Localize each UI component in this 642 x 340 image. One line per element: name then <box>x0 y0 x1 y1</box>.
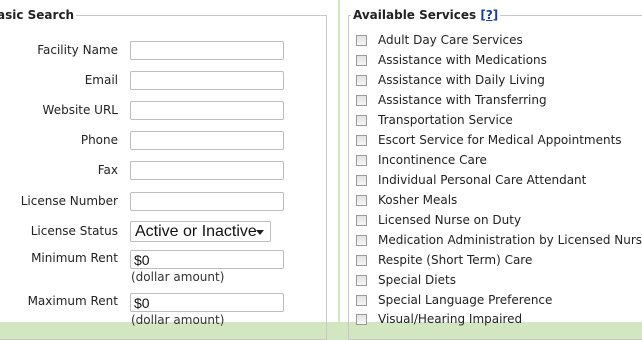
license-number-label: License Number <box>20 194 118 208</box>
maximum-rent-hint: (dollar amount) <box>131 313 225 327</box>
service-checkbox[interactable] <box>356 235 367 246</box>
service-checkbox[interactable] <box>356 155 367 166</box>
facility-name-label: Facility Name <box>37 43 118 57</box>
service-label: Escort Service for Medical Appointments <box>378 133 622 147</box>
facility-name-input[interactable] <box>130 41 284 60</box>
service-checkbox[interactable] <box>356 314 367 325</box>
service-checkbox[interactable] <box>356 35 367 46</box>
service-label: Individual Personal Care Attendant <box>378 173 587 187</box>
service-checkbox[interactable] <box>356 175 367 186</box>
service-label: Licensed Nurse on Duty <box>378 213 522 227</box>
available-services-panel: Available Services [?] Adult Day Care Se… <box>340 0 642 340</box>
license-number-input[interactable] <box>130 192 284 211</box>
license-status-label: License Status <box>30 224 118 238</box>
service-label: Assistance with Daily Living <box>378 73 545 87</box>
website-url-label: Website URL <box>42 103 118 117</box>
services-help-link[interactable]: [?] <box>480 8 498 22</box>
service-label: Respite (Short Term) Care <box>378 253 533 267</box>
fax-input[interactable] <box>130 161 284 180</box>
phone-input[interactable] <box>130 131 284 150</box>
minimum-rent-input[interactable]: $0 <box>130 250 284 269</box>
service-checkbox[interactable] <box>356 195 367 206</box>
maximum-rent-label: Maximum Rent <box>27 294 118 308</box>
service-checkbox[interactable] <box>356 75 367 86</box>
service-checkbox[interactable] <box>356 215 367 226</box>
service-label: Visual/Hearing Impaired <box>378 312 523 326</box>
minimum-rent-hint: (dollar amount) <box>131 270 225 284</box>
service-label: Transportation Service <box>378 113 513 127</box>
website-url-input[interactable] <box>130 101 284 120</box>
service-checkbox[interactable] <box>356 255 367 266</box>
basic-search-panel: asic Search Facility Name Email Website … <box>0 0 338 340</box>
service-label: Special Diets <box>378 273 456 287</box>
service-label: Assistance with Transferring <box>378 93 547 107</box>
service-label: Medication Administration by Licensed Nu… <box>378 233 642 247</box>
service-label: Assistance with Medications <box>378 53 547 67</box>
available-services-title: Available Services <box>353 8 477 22</box>
license-status-selected: Active or Inactive <box>135 223 257 240</box>
chevron-down-icon <box>256 230 264 235</box>
available-services-legend: Available Services [?] <box>351 8 500 22</box>
service-checkbox[interactable] <box>356 55 367 66</box>
service-checkbox[interactable] <box>356 275 367 286</box>
service-label: Kosher Meals <box>378 193 458 207</box>
email-label: Email <box>84 73 118 87</box>
service-label: Special Language Preference <box>378 293 553 307</box>
service-label: Incontinence Care <box>378 153 487 167</box>
fax-label: Fax <box>97 163 118 177</box>
maximum-rent-input[interactable]: $0 <box>130 293 284 312</box>
minimum-rent-label: Minimum Rent <box>31 251 118 265</box>
email-input[interactable] <box>130 71 284 90</box>
service-checkbox[interactable] <box>356 295 367 306</box>
service-label: Adult Day Care Services <box>378 33 523 47</box>
service-checkbox[interactable] <box>356 135 367 146</box>
phone-label: Phone <box>80 133 118 147</box>
license-status-select[interactable]: Active or Inactive <box>130 221 271 242</box>
service-checkbox[interactable] <box>356 115 367 126</box>
service-checkbox[interactable] <box>356 95 367 106</box>
basic-search-legend: asic Search <box>0 8 75 22</box>
